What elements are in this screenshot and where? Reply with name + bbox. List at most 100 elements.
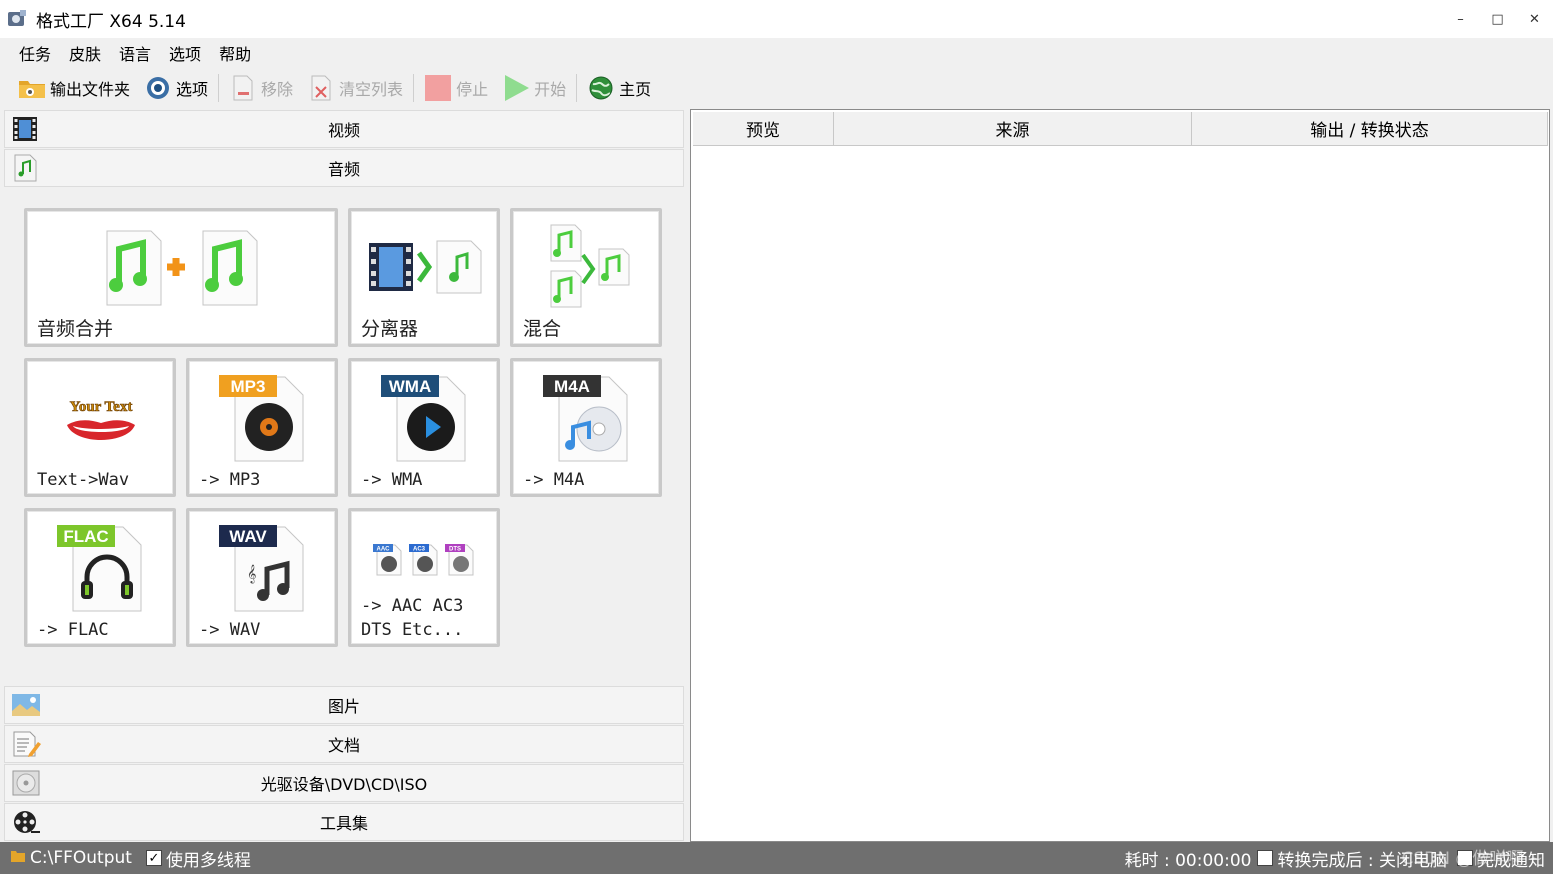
minimize-button[interactable]: – [1442, 0, 1479, 38]
to-mp3-label: -> MP3 [199, 470, 261, 490]
options-gear-icon [144, 74, 172, 102]
status-bar: C:\FFOutput ✓ 使用多线程 耗时 : 00:00:00 转换完成后 … [0, 842, 1553, 874]
to-wav-label: -> WAV [199, 620, 261, 640]
menu-language[interactable]: 语言 [110, 41, 160, 65]
wma-file-icon: WMA [379, 371, 471, 469]
play-icon [502, 74, 530, 102]
music-note-icon [11, 154, 41, 184]
mix-icon [549, 223, 633, 317]
category-document-label: 文档 [327, 736, 360, 755]
picture-icon [11, 691, 41, 721]
column-header-status[interactable]: 输出 / 转换状态 [1192, 112, 1548, 146]
to-other-formats-label-line1: -> AAC AC3 [361, 596, 464, 616]
after-done-checkbox[interactable] [1257, 850, 1274, 866]
film-strip-icon [11, 115, 41, 145]
category-document[interactable]: 文档 [4, 725, 684, 763]
options-label: 选项 [176, 80, 209, 99]
close-button[interactable]: ✕ [1516, 0, 1553, 38]
to-flac-tile[interactable]: FLAC -> FLAC [24, 508, 176, 647]
menu-bar: 任务 皮肤 语言 选项 帮助 [0, 38, 1553, 68]
toolbar-separator [218, 74, 220, 102]
svg-text:𝄞: 𝄞 [247, 564, 256, 584]
category-image[interactable]: 图片 [4, 686, 684, 724]
mp3-badge-text: MP3 [231, 377, 266, 396]
clear-list-button[interactable]: 清空列表 [303, 71, 407, 105]
menu-options[interactable]: 选项 [160, 41, 210, 65]
mix-label: 混合 [523, 318, 562, 340]
to-m4a-label: -> M4A [523, 470, 585, 490]
home-button[interactable]: 主页 [583, 71, 655, 105]
category-video[interactable]: 视频 [4, 110, 684, 148]
m4a-file-icon: M4A [541, 371, 633, 469]
splitter-tile[interactable]: 分离器 [348, 208, 500, 347]
output-path[interactable]: C:\FFOutput [30, 848, 132, 868]
toolbar-separator [413, 74, 415, 102]
audio-merge-label: 音频合并 [37, 318, 114, 340]
category-image-label: 图片 [327, 697, 360, 716]
remove-label: 移除 [261, 80, 294, 99]
splitter-icon [367, 237, 487, 301]
home-label: 主页 [619, 80, 652, 99]
ac3-badge-text: AC3 [413, 547, 426, 553]
toolbar: 输出文件夹 选项 移除 清空列表 停止 开始 主页 [0, 68, 1553, 108]
to-mp3-tile[interactable]: MP3 -> MP3 [186, 358, 338, 497]
your-text-art: Your Text [70, 399, 133, 415]
optical-drive-icon [11, 769, 41, 799]
to-wav-tile[interactable]: WAV 𝄞 -> WAV [186, 508, 338, 647]
speaking-mouth-icon: Your Text [63, 395, 139, 459]
multithread-checkbox[interactable]: ✓ [145, 850, 162, 866]
remove-icon [229, 74, 257, 102]
stop-label: 停止 [456, 80, 489, 99]
window-title: 格式工厂 X64 5.14 [36, 11, 186, 32]
app-logo-icon [6, 8, 28, 30]
text-to-wav-label: Text->Wav [37, 470, 130, 490]
task-list-panel[interactable]: 预览 来源 输出 / 转换状态 [690, 109, 1550, 842]
to-wma-tile[interactable]: WMA -> WMA [348, 358, 500, 497]
options-button[interactable]: 选项 [140, 71, 212, 105]
column-header-source[interactable]: 来源 [834, 112, 1192, 146]
stop-button[interactable]: 停止 [420, 71, 492, 105]
film-reel-icon [11, 808, 41, 838]
remove-button[interactable]: 移除 [225, 71, 297, 105]
clear-list-label: 清空列表 [339, 80, 404, 99]
audio-merge-tile[interactable]: 音频合并 [24, 208, 338, 347]
category-tools-label: 工具集 [319, 814, 368, 833]
to-m4a-tile[interactable]: M4A -> M4A [510, 358, 662, 497]
clear-list-icon [307, 74, 335, 102]
multithread-label: 使用多线程 [165, 850, 251, 871]
watermark: CSDN @做咩啊 ~ [1401, 849, 1543, 869]
output-folder-button[interactable]: 输出文件夹 [14, 71, 134, 105]
category-audio[interactable]: 音频 [4, 149, 684, 187]
menu-task[interactable]: 任务 [10, 41, 60, 65]
to-other-formats-tile[interactable]: AAC AC3 DTS -> AAC AC3 DTS Etc... [348, 508, 500, 647]
menu-skin[interactable]: 皮肤 [60, 41, 110, 65]
title-bar: 格式工厂 X64 5.14 – □ ✕ [0, 0, 1553, 38]
to-flac-label: -> FLAC [37, 620, 109, 640]
audio-merge-icon [105, 227, 263, 313]
category-tools[interactable]: 工具集 [4, 803, 684, 841]
wav-badge-text: WAV [229, 527, 267, 546]
category-panel: 视频 音频 音频合并 分离器 混合 Your Text Text->Wav MP… [4, 110, 686, 842]
output-folder-label: 输出文件夹 [50, 80, 131, 99]
to-other-formats-label-line2: DTS Etc... [361, 620, 464, 640]
mix-tile[interactable]: 混合 [510, 208, 662, 347]
start-label: 开始 [534, 80, 567, 99]
aac-badge-text: AAC [377, 547, 391, 553]
stop-icon [424, 74, 452, 102]
globe-icon [587, 74, 615, 102]
column-header-preview[interactable]: 预览 [693, 112, 834, 146]
category-disc[interactable]: 光驱设备\DVD\CD\ISO [4, 764, 684, 802]
audio-tools-area: 音频合并 分离器 混合 Your Text Text->Wav MP3 -> M… [4, 188, 684, 686]
start-button[interactable]: 开始 [498, 71, 570, 105]
category-video-label: 视频 [327, 121, 360, 140]
wav-file-icon: WAV 𝄞 [217, 521, 309, 619]
document-edit-icon [11, 730, 41, 760]
splitter-label: 分离器 [361, 318, 419, 340]
maximize-button[interactable]: □ [1479, 0, 1516, 38]
menu-help[interactable]: 帮助 [210, 41, 260, 65]
flac-badge-text: FLAC [63, 527, 108, 546]
output-folder-small-icon [10, 848, 26, 868]
to-wma-label: -> WMA [361, 470, 423, 490]
dts-badge-text: DTS [449, 547, 461, 553]
text-to-wav-tile[interactable]: Your Text Text->Wav [24, 358, 176, 497]
